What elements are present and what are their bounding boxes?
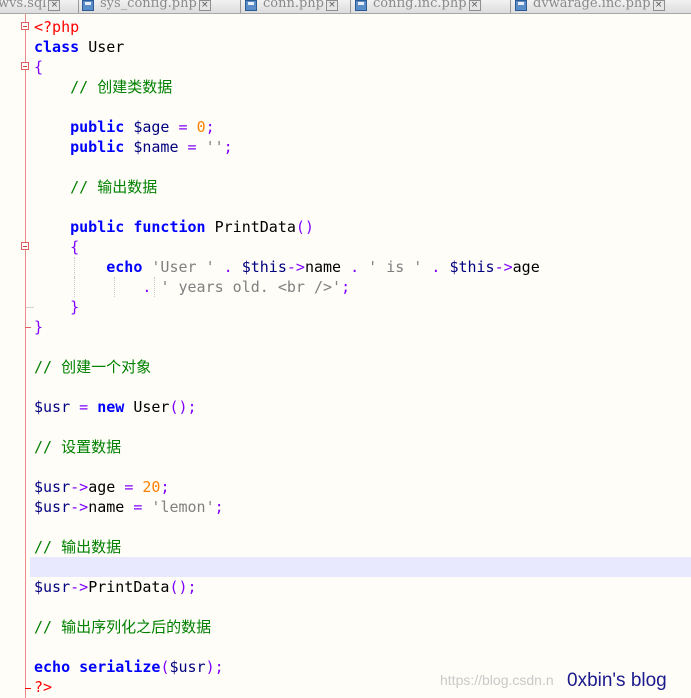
fold-toggle-icon[interactable] bbox=[21, 242, 29, 250]
tab-label: wvs.sql bbox=[0, 0, 47, 11]
close-icon[interactable]: × bbox=[468, 0, 481, 11]
tab-separator bbox=[350, 0, 351, 13]
code-line: } bbox=[34, 318, 44, 336]
code-line: // 创建一个对象 bbox=[34, 358, 152, 376]
close-icon[interactable]: × bbox=[198, 0, 211, 11]
tab-separator bbox=[510, 0, 511, 13]
code-line: { bbox=[34, 58, 44, 76]
code-line: } bbox=[70, 298, 80, 316]
tab-config-inc-php[interactable]: config.inc.php × bbox=[355, 0, 481, 12]
fold-toggle-icon[interactable] bbox=[21, 22, 29, 30]
tab-label: sys_config.php bbox=[100, 0, 197, 11]
code-line: public $name = ''; bbox=[70, 138, 233, 156]
indent-guide bbox=[74, 277, 75, 297]
code-line: // 创建类数据 bbox=[70, 78, 173, 96]
fold-end-marker bbox=[26, 307, 34, 308]
tab-sys-config-php[interactable]: sys_config.php × bbox=[82, 0, 211, 12]
current-line-highlight[interactable] bbox=[30, 557, 691, 577]
code-line: . ' years old. <br />'; bbox=[34, 277, 691, 297]
indent-guide bbox=[154, 277, 155, 297]
code-line: $usr->age = 20; bbox=[34, 478, 170, 496]
watermark-blog-name: 0xbin's blog bbox=[567, 670, 667, 691]
code-line: $usr->name = 'lemon'; bbox=[34, 498, 224, 516]
tab-separator bbox=[240, 0, 241, 13]
code-editor[interactable]: <?php class User { // 创建类数据 public $age … bbox=[30, 17, 691, 697]
save-icon bbox=[515, 0, 527, 11]
tab-label: conn.php bbox=[263, 0, 325, 11]
save-icon bbox=[245, 0, 257, 11]
close-icon[interactable]: × bbox=[652, 0, 665, 11]
code-line: // 设置数据 bbox=[34, 438, 122, 456]
fold-end-marker bbox=[25, 327, 31, 328]
code-line: $usr = new User(); bbox=[34, 398, 197, 416]
close-icon[interactable]: × bbox=[326, 0, 339, 11]
tab-separator bbox=[78, 0, 79, 13]
tab-label: dvwarage.inc.php bbox=[533, 0, 651, 11]
indent-guide bbox=[74, 257, 75, 277]
code-line: { bbox=[70, 238, 80, 256]
tab-conn-php[interactable]: conn.php × bbox=[245, 0, 339, 12]
code-line: // 输出序列化之后的数据 bbox=[34, 618, 212, 636]
tab-bar: wvs.sql × sys_config.php × conn.php × co… bbox=[0, 0, 691, 14]
fold-margin-line bbox=[25, 14, 26, 698]
fold-toggle-icon[interactable] bbox=[21, 62, 29, 70]
code-line: public $age = 0; bbox=[70, 118, 215, 136]
indent-guide bbox=[114, 277, 115, 297]
code-line: // 输出数据 bbox=[34, 538, 122, 556]
close-icon[interactable]: × bbox=[48, 0, 61, 11]
code-line: class User bbox=[34, 38, 125, 56]
tab-wvs-sql[interactable]: wvs.sql × bbox=[0, 0, 61, 12]
save-icon bbox=[355, 0, 367, 11]
tab-label: config.inc.php bbox=[373, 0, 467, 11]
save-icon bbox=[82, 0, 94, 11]
code-line: // 输出数据 bbox=[70, 178, 158, 196]
code-line: <?php bbox=[34, 18, 80, 36]
code-line: $usr->PrintData(); bbox=[34, 578, 197, 596]
code-line: echo 'User ' . $this->name . ' is ' . $t… bbox=[34, 257, 691, 277]
watermark-url: https://blog.csdn.n bbox=[440, 672, 554, 688]
tab-dvwarage-inc-php[interactable]: dvwarage.inc.php × bbox=[515, 0, 665, 12]
fold-end-marker bbox=[25, 688, 31, 689]
code-line: public function PrintData() bbox=[70, 218, 314, 236]
